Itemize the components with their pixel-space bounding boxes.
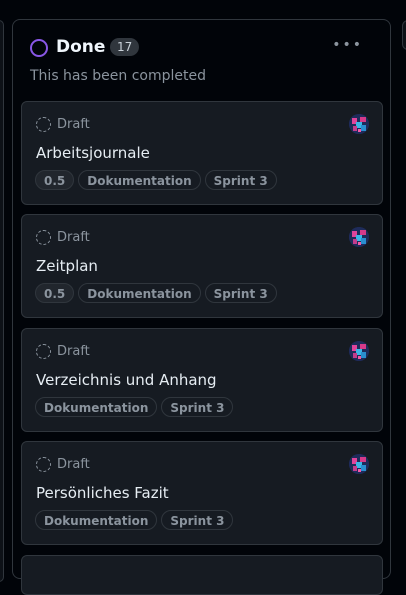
card-title[interactable]: Verzeichnis und Anhang	[36, 370, 217, 390]
card-status-label: Draft	[57, 457, 90, 472]
card-title[interactable]: Persönliches Fazit	[36, 483, 169, 503]
card-status-label: Draft	[57, 344, 90, 359]
estimate-label[interactable]: 0.5	[35, 283, 75, 303]
label-tag[interactable]: Sprint 3	[204, 283, 277, 303]
adjacent-column-left	[0, 20, 4, 582]
label-tag[interactable]: Dokumentation	[35, 510, 158, 530]
draft-dashed-circle-icon	[36, 117, 51, 132]
estimate-label[interactable]: 0.5	[35, 170, 75, 190]
done-circle-icon	[30, 39, 48, 57]
label-tag[interactable]: Dokumentation	[35, 397, 158, 417]
draft-dashed-circle-icon	[36, 457, 51, 472]
card-labels: Dokumentation Sprint 3	[35, 510, 234, 530]
card-item-partial[interactable]	[21, 555, 383, 595]
card-status-label: Draft	[57, 230, 90, 245]
card-labels: 0.5 Dokumentation Sprint 3	[35, 283, 277, 303]
label-tag[interactable]: Sprint 3	[161, 510, 234, 530]
user-avatar-icon[interactable]	[349, 454, 369, 474]
column-count-badge: 17	[110, 38, 140, 56]
card-labels: Dokumentation Sprint 3	[35, 397, 234, 417]
card-labels: 0.5 Dokumentation Sprint 3	[35, 170, 277, 190]
user-avatar-icon[interactable]	[349, 227, 369, 247]
draft-dashed-circle-icon	[36, 344, 51, 359]
board-column-done: Done 17 ••• This has been completed Draf…	[12, 19, 391, 595]
draft-dashed-circle-icon	[36, 230, 51, 245]
card-status-label: Draft	[57, 117, 90, 132]
column-header: Done 17 •••	[30, 37, 378, 61]
card-title[interactable]: Arbeitsjournale	[36, 143, 150, 163]
label-tag[interactable]: Sprint 3	[204, 170, 277, 190]
card-item[interactable]: Draft Zeitplan 0.5 Dokumentation Sprint …	[21, 214, 383, 318]
card-title[interactable]: Zeitplan	[36, 256, 98, 276]
column-description: This has been completed	[30, 68, 206, 84]
user-avatar-icon[interactable]	[349, 114, 369, 134]
card-item[interactable]: Draft Arbeitsjournale 0.5 Dokumentation …	[21, 101, 383, 205]
label-tag[interactable]: Sprint 3	[161, 397, 234, 417]
more-horizontal-icon[interactable]: •••	[329, 35, 366, 55]
adjacent-column-right	[402, 20, 406, 50]
column-title: Done	[56, 37, 106, 57]
card-item[interactable]: Draft Verzeichnis und Anhang Dokumentati…	[21, 328, 383, 432]
user-avatar-icon[interactable]	[349, 341, 369, 361]
label-tag[interactable]: Dokumentation	[78, 170, 201, 190]
label-tag[interactable]: Dokumentation	[78, 283, 201, 303]
card-item[interactable]: Draft Persönliches Fazit Dokumentation S…	[21, 441, 383, 545]
